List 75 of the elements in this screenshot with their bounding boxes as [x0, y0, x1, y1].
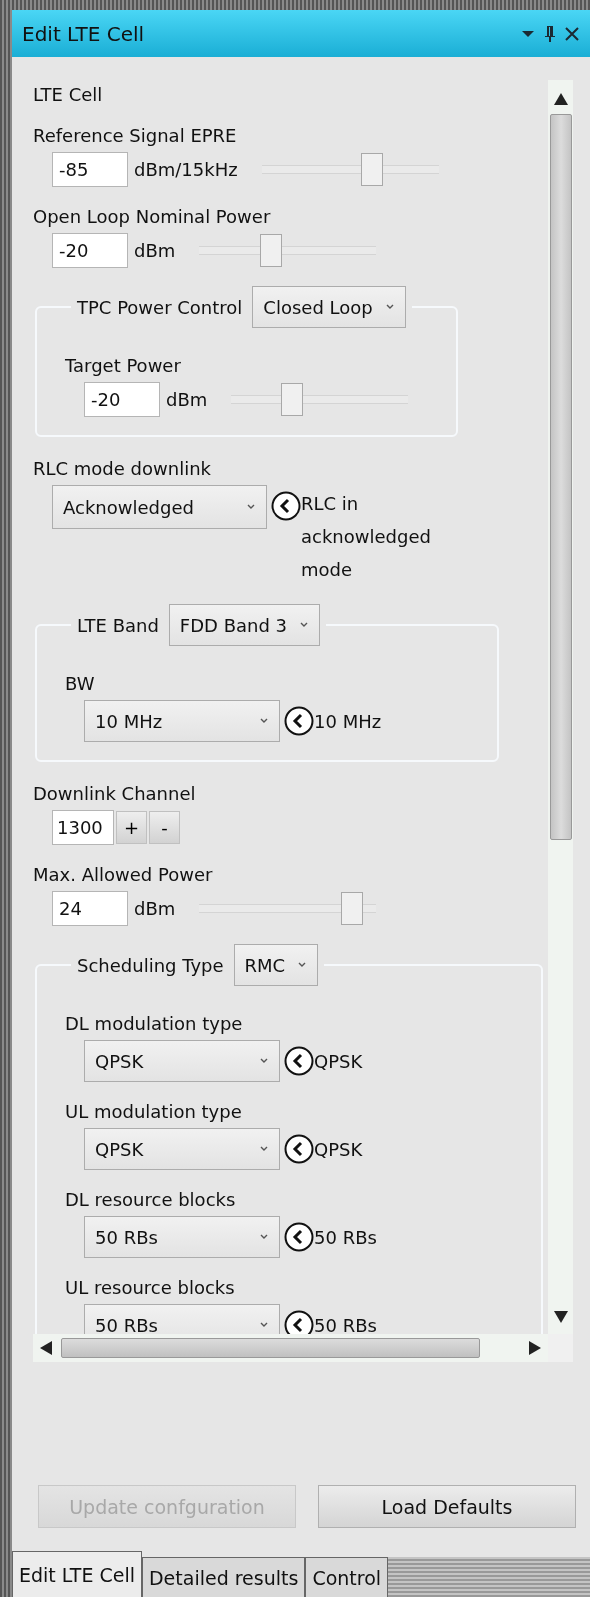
action-button[interactable]: Load Defaults: [318, 1485, 576, 1528]
increment-button[interactable]: +: [116, 811, 147, 844]
unit-label: dBm: [134, 898, 176, 919]
unit-label: dBm/15kHz: [134, 159, 238, 180]
field-label: Open Loop Nominal Power: [33, 205, 272, 229]
field-label: DL modulation type: [65, 1012, 244, 1036]
chevron-left-icon[interactable]: [284, 1222, 314, 1252]
slider-thumb[interactable]: [259, 234, 282, 267]
field-label: Reference Signal EPRE: [33, 124, 238, 148]
chevron-down-icon: [259, 1321, 269, 1329]
horizontal-scrollbar[interactable]: [33, 1334, 548, 1362]
input-field[interactable]: 1300: [52, 810, 114, 845]
field-label: Max. Allowed Power: [33, 863, 214, 887]
input-field[interactable]: -85: [52, 152, 128, 187]
scroll-right-icon[interactable]: [528, 1340, 542, 1356]
scroll-down-icon[interactable]: [552, 1310, 569, 1324]
group-label: Scheduling Type: [77, 954, 224, 976]
field-label: Downlink Channel: [33, 782, 197, 806]
decrement-button[interactable]: -: [149, 811, 180, 844]
dropdown[interactable]: Acknowledged: [52, 485, 267, 529]
value-note: QPSK: [314, 1138, 363, 1160]
dropdown[interactable]: 50 RBs: [84, 1216, 280, 1258]
dropdown[interactable]: QPSK: [84, 1040, 280, 1082]
tab[interactable]: Control: [305, 1557, 389, 1597]
chevron-left-icon[interactable]: [284, 1134, 314, 1164]
field-label: DL resource blocks: [65, 1188, 237, 1212]
input-field[interactable]: -20: [84, 382, 160, 417]
slider-thumb[interactable]: [341, 892, 364, 925]
tab[interactable]: Edit LTE Cell: [12, 1551, 142, 1597]
chevron-left-icon[interactable]: [284, 1046, 314, 1076]
unit-label: dBm: [166, 389, 208, 410]
unit-label: dBm: [134, 240, 176, 261]
pin-icon[interactable]: [544, 24, 556, 43]
scroll-up-icon[interactable]: [552, 92, 569, 106]
chevron-left-icon[interactable]: [284, 706, 314, 736]
value-note: 10 MHz: [314, 710, 382, 732]
dropdown[interactable]: 50 RBs: [84, 1304, 280, 1334]
value-note: RLC in acknowledged mode: [301, 492, 432, 582]
chevron-left-icon[interactable]: [271, 491, 301, 521]
chevron-down-icon: [384, 303, 395, 311]
field-label: Target Power: [65, 354, 182, 378]
dropdown[interactable]: Closed Loop: [252, 286, 406, 328]
tab[interactable]: Detailed results: [141, 1557, 306, 1597]
value-note: 50 RBs: [314, 1314, 377, 1334]
scrollbar-thumb[interactable]: [61, 1338, 480, 1358]
field-label: BW: [65, 672, 96, 696]
dropdown[interactable]: FDD Band 3: [168, 604, 321, 646]
field-label: RLC mode downlink: [33, 457, 212, 481]
chevron-down-icon: [259, 1145, 269, 1153]
input-field[interactable]: 24: [52, 891, 128, 926]
dropdown[interactable]: QPSK: [84, 1128, 280, 1170]
chevron-left-icon[interactable]: [284, 1310, 314, 1334]
field-label: UL resource blocks: [65, 1276, 236, 1300]
chevron-down-icon: [299, 621, 310, 629]
vertical-scrollbar[interactable]: [548, 80, 573, 1334]
value-note: 50 RBs: [314, 1226, 377, 1248]
window-title: Edit LTE Cell: [22, 21, 145, 46]
chevron-down-icon: [297, 961, 308, 969]
field-label: UL modulation type: [65, 1100, 243, 1124]
slider-thumb[interactable]: [361, 153, 384, 186]
dropdown[interactable]: RMC: [233, 944, 319, 986]
close-icon[interactable]: [564, 25, 580, 42]
section-title: LTE Cell: [33, 83, 104, 107]
scroll-left-icon[interactable]: [39, 1340, 53, 1356]
chevron-down-icon: [259, 1057, 269, 1065]
slider-thumb[interactable]: [281, 383, 304, 416]
group-label: TPC Power Control: [77, 296, 243, 318]
chevron-down-icon: [246, 503, 256, 511]
scrollbar-thumb[interactable]: [549, 114, 572, 840]
chevron-down-icon: [259, 1233, 269, 1241]
group-label: LTE Band: [77, 614, 159, 636]
dropdown[interactable]: 10 MHz: [84, 700, 280, 742]
input-field[interactable]: -20: [52, 233, 128, 268]
value-note: QPSK: [314, 1050, 363, 1072]
chevron-down-icon: [259, 717, 269, 725]
